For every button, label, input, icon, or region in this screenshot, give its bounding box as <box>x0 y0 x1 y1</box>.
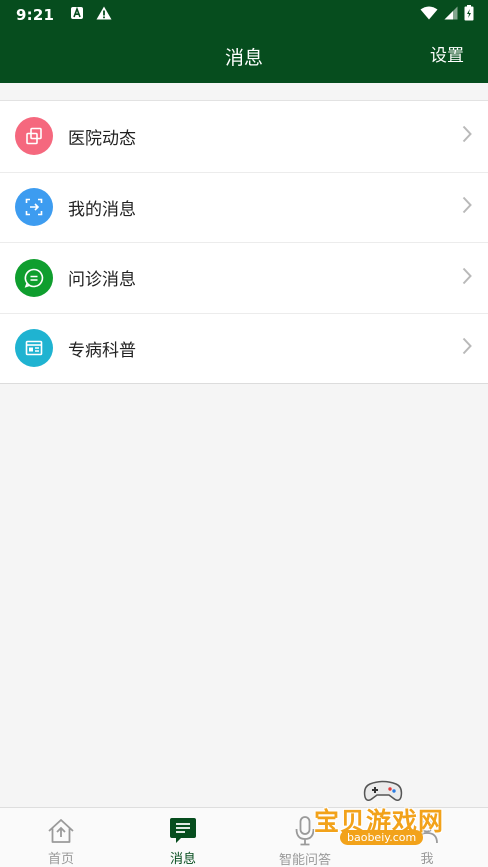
my-message-icon <box>15 188 53 227</box>
gamepad-icon <box>362 778 404 808</box>
hospital-news-icon <box>15 117 53 156</box>
status-system-icons <box>420 4 474 25</box>
list-item-disease-science[interactable]: 专病科普 <box>0 312 488 384</box>
message-icon <box>168 816 198 845</box>
list-item-consultation-messages[interactable]: 问诊消息 <box>0 242 488 313</box>
chevron-right-icon <box>462 267 472 289</box>
signal-icon <box>444 5 458 24</box>
user-icon <box>413 816 441 845</box>
home-icon <box>46 816 76 845</box>
nav-label: 首页 <box>47 852 74 867</box>
a-notification-icon <box>70 5 84 24</box>
nav-item-me[interactable]: 我 <box>366 808 488 867</box>
wifi-icon <box>420 5 438 24</box>
consultation-chat-icon <box>15 258 53 297</box>
status-notification-icons <box>70 5 112 24</box>
status-bar: 9:21 <box>0 0 488 29</box>
message-category-list: 医院动态 我的消息 问诊消息 专病科普 <box>0 100 488 384</box>
list-item-label: 问诊消息 <box>68 270 136 291</box>
battery-icon <box>464 4 474 25</box>
nav-item-home[interactable]: 首页 <box>0 808 122 867</box>
chevron-right-icon <box>462 196 472 218</box>
warning-icon <box>96 5 112 24</box>
list-item-hospital-news[interactable]: 医院动态 <box>0 101 488 172</box>
list-item-label: 我的消息 <box>68 199 136 220</box>
settings-button[interactable]: 设置 <box>430 29 464 77</box>
nav-label: 消息 <box>169 852 196 867</box>
list-item-label: 专病科普 <box>68 340 136 361</box>
nav-label: 我 <box>420 852 434 867</box>
status-time: 9:21 <box>16 5 55 24</box>
chevron-right-icon <box>462 125 472 147</box>
nav-item-smart-qa[interactable]: 智能问答 <box>244 808 366 867</box>
bottom-nav: 首页 消息 智能问答 我 <box>0 807 488 867</box>
nav-label: 智能问答 <box>278 853 331 867</box>
nav-item-messages[interactable]: 消息 <box>122 808 244 867</box>
microphone-icon <box>293 816 317 846</box>
page-title: 消息 <box>224 46 263 69</box>
list-item-my-messages[interactable]: 我的消息 <box>0 171 488 243</box>
list-item-label: 医院动态 <box>68 128 136 149</box>
chevron-right-icon <box>462 337 472 359</box>
app-header: 消息 设置 <box>0 29 488 83</box>
science-news-icon <box>15 329 53 368</box>
